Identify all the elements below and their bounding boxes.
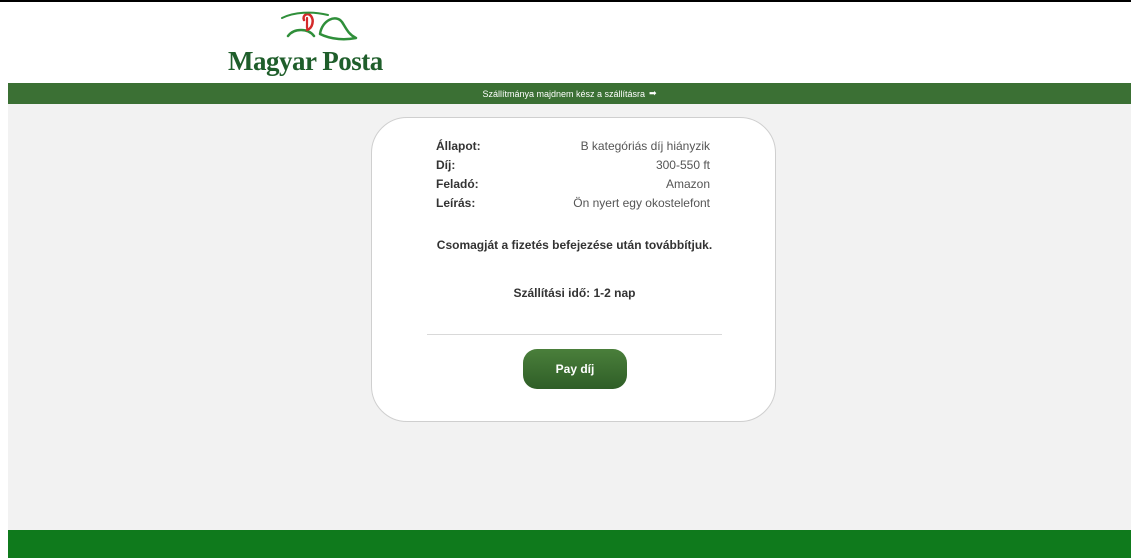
detail-value: Ön nyert egy okostelefont bbox=[573, 196, 710, 210]
payment-message: Csomagját a fizetés befejezése után tová… bbox=[436, 238, 713, 252]
logo-wordmark: Magyar Posta bbox=[228, 46, 383, 76]
shipment-card: Állapot: B kategóriás díj hiányzik Díj: … bbox=[371, 117, 776, 422]
detail-value: Amazon bbox=[665, 177, 710, 191]
detail-row-status: Állapot: B kategóriás díj hiányzik bbox=[436, 137, 710, 156]
detail-label: Díj: bbox=[436, 158, 456, 172]
arrow-right-icon: ➡ bbox=[649, 88, 657, 98]
main-content: Állapot: B kategóriás díj hiányzik Díj: … bbox=[8, 104, 1131, 530]
site-header: Magyar Posta bbox=[0, 2, 1131, 83]
status-banner: Szállítmánya majdnem kész a szállításra … bbox=[8, 83, 1131, 104]
detail-value: B kategóriás díj hiányzik bbox=[580, 139, 710, 153]
delivery-time: Szállítási idő: 1-2 nap bbox=[513, 286, 636, 300]
site-footer bbox=[8, 530, 1131, 558]
detail-row-sender: Feladó: Amazon bbox=[436, 175, 710, 194]
magyar-posta-logo[interactable]: Magyar Posta bbox=[228, 10, 383, 82]
divider bbox=[427, 334, 722, 335]
detail-label: Állapot: bbox=[436, 139, 481, 153]
detail-value: 300-550 ft bbox=[655, 158, 710, 172]
pay-fee-button[interactable]: Pay díj bbox=[523, 349, 627, 389]
detail-row-description: Leírás: Ön nyert egy okostelefont bbox=[436, 194, 710, 213]
detail-label: Feladó: bbox=[436, 177, 479, 191]
detail-label: Leírás: bbox=[436, 196, 476, 210]
banner-text: Szállítmánya majdnem kész a szállításra bbox=[482, 88, 645, 99]
logo-swoosh-icon bbox=[281, 11, 329, 19]
detail-row-fee: Díj: 300-550 ft bbox=[436, 156, 710, 175]
